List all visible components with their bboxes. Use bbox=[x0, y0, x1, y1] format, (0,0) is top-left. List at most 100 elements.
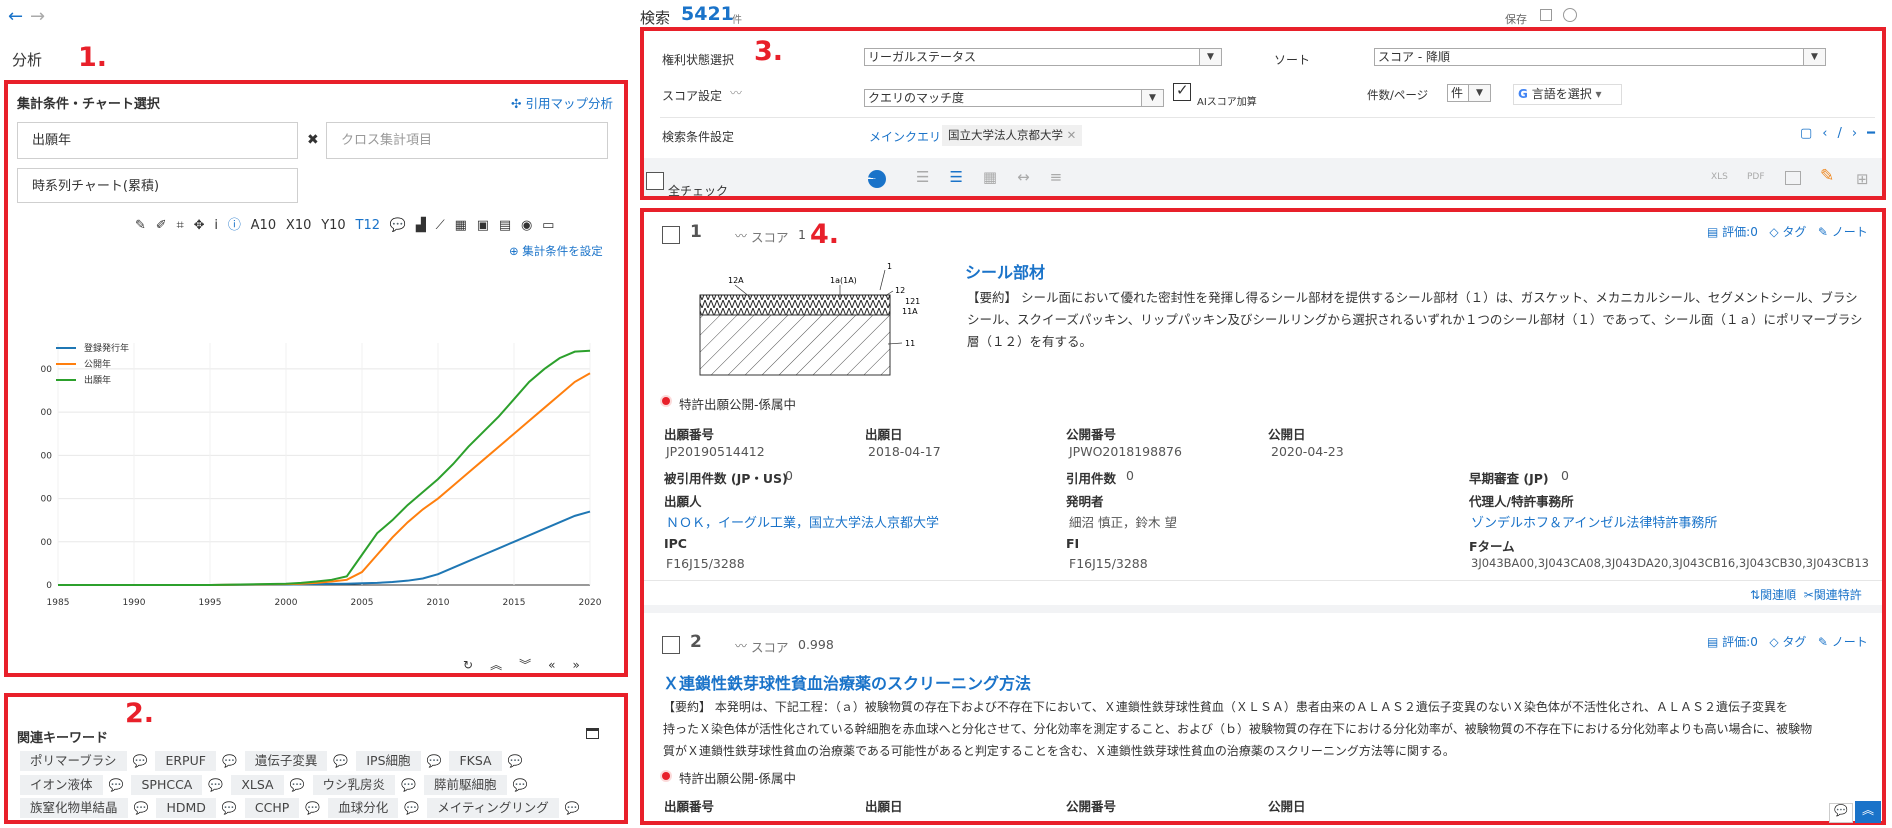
app-date-label: 出願日 bbox=[865, 427, 903, 442]
chart-type-select[interactable]: 時系列チャート(累積) bbox=[17, 168, 298, 203]
tag-link[interactable]: タグ bbox=[1782, 225, 1806, 239]
crop-icon[interactable]: ⌗ bbox=[176, 218, 183, 233]
chat-icon[interactable]: 💬 bbox=[1829, 803, 1853, 823]
query-chip[interactable]: 国立大学法人京都大学 ✕ bbox=[942, 125, 1083, 146]
set-condition-link[interactable]: ⊕ 集計条件を設定 bbox=[509, 243, 603, 259]
check-all-label: 全チェック bbox=[668, 184, 729, 198]
result-checkbox[interactable] bbox=[662, 226, 680, 244]
keyword-item[interactable]: SPHCCA 💬 bbox=[131, 775, 223, 795]
aggregate-field-1[interactable]: 出願年 bbox=[17, 122, 298, 159]
comment-icon[interactable]: ▢ bbox=[1800, 126, 1822, 141]
note-link[interactable]: ノート bbox=[1832, 635, 1868, 649]
keyword-item[interactable]: FKSA 💬 bbox=[449, 751, 523, 771]
comment-icon[interactable]: 💬 bbox=[390, 218, 406, 233]
keyword-item[interactable]: CCHP 💬 bbox=[244, 798, 320, 818]
check-icon: ✓ bbox=[1176, 81, 1189, 99]
bullet-list-icon[interactable]: ≡ bbox=[1050, 168, 1083, 186]
comment-icon: 💬 bbox=[333, 754, 349, 768]
applicant-link[interactable]: ＮＯＫ，イーグル工業，国立大学法人京都大学 bbox=[666, 512, 939, 531]
y-axis-size-icon[interactable]: Y10 bbox=[321, 218, 345, 233]
keyword-item[interactable]: ポリマーブラシ 💬 bbox=[20, 751, 147, 771]
keyword-item[interactable]: ERPUF 💬 bbox=[155, 751, 237, 771]
keyword-item[interactable]: 族窒化物単結晶 💬 bbox=[20, 798, 148, 818]
info-icon[interactable]: ⅰ bbox=[214, 218, 218, 233]
sort-select[interactable]: スコア - 降順 ▼ bbox=[1374, 48, 1826, 66]
table-icon[interactable]: ▦ bbox=[455, 218, 467, 233]
chevron-left-icon[interactable]: « bbox=[548, 658, 572, 672]
window-icon[interactable]: ▭ bbox=[542, 218, 554, 233]
cross-aggregate-input[interactable]: クロス集計項目 bbox=[326, 122, 608, 159]
camera-icon[interactable]: ◉ bbox=[521, 218, 532, 233]
list-icon[interactable]: ☰ bbox=[949, 168, 982, 186]
ai-score-checkbox[interactable]: ✓ bbox=[1173, 81, 1191, 101]
search-label: 検索 bbox=[640, 9, 671, 27]
minus-icon[interactable]: ━ bbox=[1867, 126, 1885, 141]
save-icon[interactable] bbox=[1540, 9, 1552, 21]
chevron-up-icon[interactable]: ︽ bbox=[490, 658, 519, 672]
keyword-item[interactable]: 遺伝子変異 💬 bbox=[244, 751, 349, 771]
move-icon[interactable]: ✥ bbox=[194, 218, 205, 233]
edit-icon[interactable]: ✐ bbox=[156, 218, 167, 233]
related-order-link[interactable]: 関連順 bbox=[1760, 588, 1796, 602]
floppy-icon[interactable]: ▤ bbox=[499, 218, 511, 233]
comment-icon: 💬 bbox=[404, 801, 420, 815]
rights-select[interactable]: リーガルステータス ▼ bbox=[864, 48, 1222, 66]
save-label[interactable]: 保存 bbox=[1505, 11, 1527, 27]
per-page-select[interactable]: 件 ▼ bbox=[1447, 84, 1491, 102]
back-button[interactable]: ← bbox=[8, 6, 23, 27]
info-circle-icon[interactable]: ⓘ bbox=[228, 214, 241, 233]
result-title[interactable]: シール部材 bbox=[965, 259, 1045, 283]
keyword-item[interactable]: IPS細胞 💬 bbox=[356, 751, 441, 771]
keyword-item[interactable]: XLSA 💬 bbox=[231, 775, 305, 795]
title-size-icon[interactable]: T12 bbox=[356, 218, 380, 233]
excel-icon[interactable]: ▣ bbox=[477, 218, 489, 233]
language-select[interactable]: G 言語を選択 ▾ bbox=[1513, 84, 1622, 105]
keyword-item[interactable]: 血球分化 💬 bbox=[328, 798, 419, 818]
comment-icon: 💬 bbox=[289, 778, 305, 792]
grid-icon[interactable]: ▦ bbox=[983, 168, 1017, 186]
chevron-down-icon[interactable]: ︾ bbox=[519, 658, 548, 672]
compare-icon[interactable]: ↔ bbox=[1017, 168, 1050, 186]
chevron-right-icon[interactable]: » bbox=[572, 658, 596, 672]
forward-button[interactable]: → bbox=[30, 6, 45, 27]
font-size-icon[interactable]: A10 bbox=[251, 218, 276, 233]
app-no-label: 出願番号 bbox=[664, 427, 715, 442]
check-all-checkbox[interactable] bbox=[646, 172, 664, 190]
keyword-item[interactable]: メイティングリング 💬 bbox=[427, 798, 580, 818]
eval-link[interactable]: 評価:0 bbox=[1722, 635, 1758, 649]
agent-link[interactable]: ゾンデルホフ＆アインゼル法律特許事務所 bbox=[1471, 512, 1717, 531]
main-query-link[interactable]: メインクエリ bbox=[869, 128, 941, 145]
keyword-item[interactable]: 膵前駆細胞 💬 bbox=[423, 775, 527, 795]
result-number: 2 bbox=[690, 632, 702, 652]
note-link[interactable]: ノート bbox=[1832, 225, 1868, 239]
result-checkbox[interactable] bbox=[662, 636, 680, 654]
list-detail-icon[interactable]: ☰ bbox=[916, 168, 949, 186]
refresh-icon[interactable]: ↻ bbox=[463, 658, 490, 672]
keyword-item[interactable]: ウシ乳房炎 💬 bbox=[312, 775, 416, 795]
pie-chart-icon[interactable] bbox=[868, 170, 886, 188]
zoom-icon: ⊕ bbox=[509, 244, 523, 258]
window-icon[interactable] bbox=[586, 728, 599, 739]
xls-export[interactable]: XLS bbox=[1711, 172, 1728, 182]
pdf-export[interactable]: PDF bbox=[1747, 172, 1765, 182]
tag-link[interactable]: タグ bbox=[1782, 635, 1806, 649]
score-select[interactable]: クエリのマッチ度 ▼ bbox=[864, 89, 1164, 107]
calendar-icon[interactable] bbox=[1785, 171, 1801, 185]
scroll-top-button[interactable]: ︽ bbox=[1855, 801, 1881, 823]
citation-map-link[interactable]: ✣ 引用マップ分析 bbox=[511, 93, 613, 112]
history-icon[interactable] bbox=[1563, 8, 1577, 22]
code-icon[interactable]: ‹/› bbox=[1822, 126, 1867, 141]
result-title[interactable]: Ｘ連鎖性鉄芽球性貧血治療薬のスクリーニング方法 bbox=[663, 670, 1031, 694]
keyword-item[interactable]: イオン液体 💬 bbox=[20, 775, 123, 795]
area-chart-icon[interactable]: ▟ bbox=[416, 218, 426, 233]
ai-score-label: AIスコア加算 bbox=[1197, 97, 1257, 108]
related-patent-link[interactable]: 関連特許 bbox=[1814, 588, 1862, 602]
highlighter-icon[interactable]: ✎ bbox=[1820, 166, 1834, 186]
line-chart-icon[interactable]: ⟋ bbox=[436, 218, 445, 233]
pencil-icon[interactable]: ✎ bbox=[135, 218, 146, 233]
sparkline-icon[interactable]: 〰 bbox=[730, 84, 742, 101]
eval-link[interactable]: 評価:0 bbox=[1722, 225, 1758, 239]
add-window-icon[interactable]: ⊞ bbox=[1856, 170, 1869, 188]
keyword-item[interactable]: HDMD 💬 bbox=[156, 798, 237, 818]
x-axis-size-icon[interactable]: X10 bbox=[286, 218, 311, 233]
